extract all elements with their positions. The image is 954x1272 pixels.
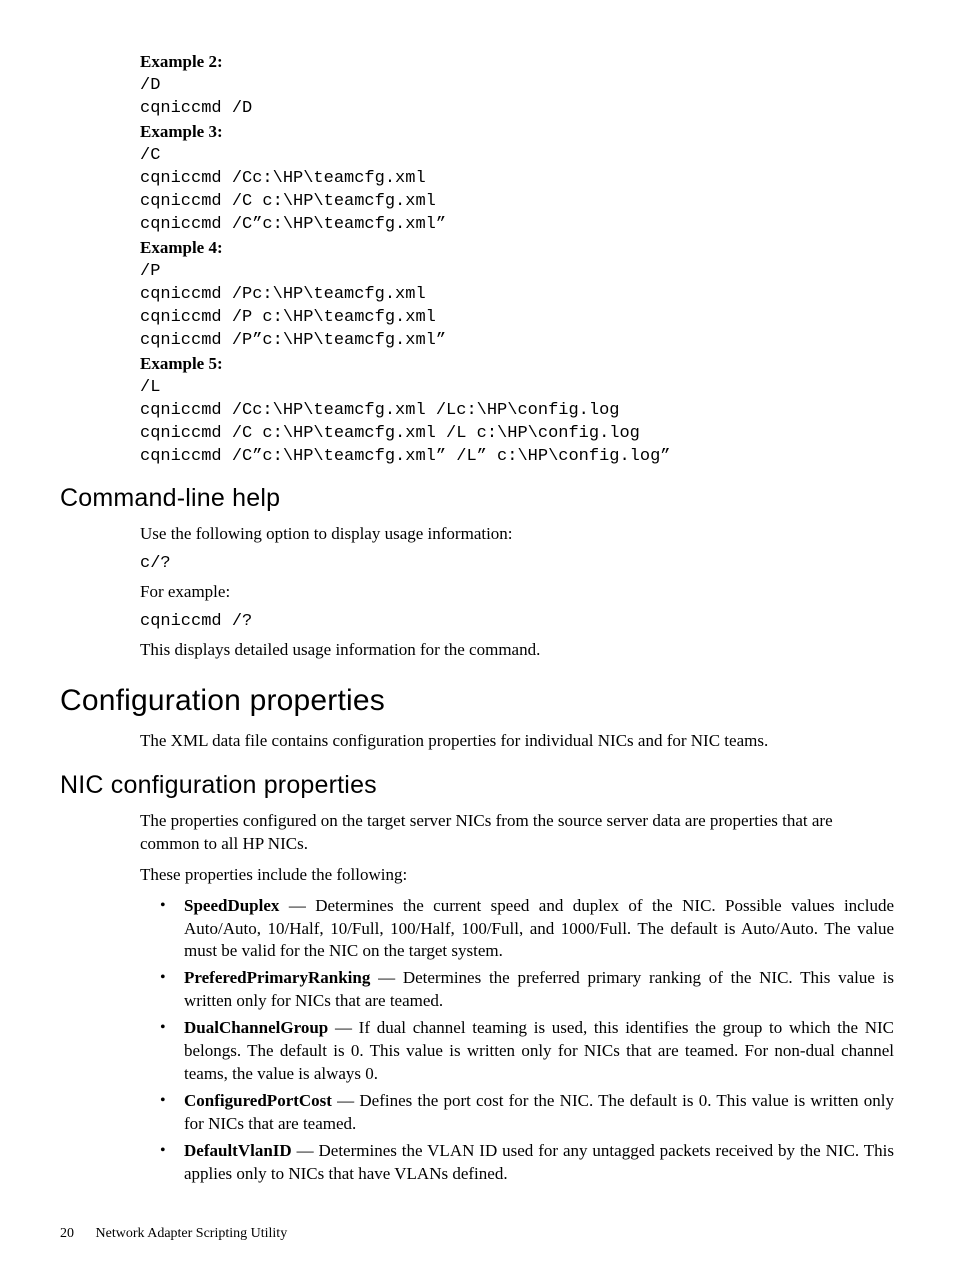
example-3-line: cqniccmd /C c:\HP\teamcfg.xml (140, 192, 894, 211)
command-line-help-block: Use the following option to display usag… (140, 523, 894, 662)
example-4-line: cqniccmd /Pc:\HP\teamcfg.xml (140, 285, 894, 304)
examples-block: Example 2: /D cqniccmd /D Example 3: /C … (140, 52, 894, 466)
property-item: DefaultVlanID — Determines the VLAN ID u… (184, 1140, 894, 1186)
example-2-label: Example 2: (140, 52, 894, 72)
property-item: SpeedDuplex — Determines the current spe… (184, 895, 894, 964)
nicconfig-p1: The properties configured on the target … (140, 810, 894, 856)
nicconfig-p2: These properties include the following: (140, 864, 894, 887)
footer-title: Network Adapter Scripting Utility (96, 1226, 288, 1241)
config-block: The XML data file contains configuration… (140, 730, 894, 753)
cmdhelp-intro: Use the following option to display usag… (140, 523, 894, 546)
cmdhelp-for-example: For example: (140, 581, 894, 604)
heading-configuration-properties: Configuration properties (60, 684, 894, 718)
property-desc: — Determines the current speed and duple… (184, 896, 894, 961)
property-item: PreferedPrimaryRanking — Determines the … (184, 967, 894, 1013)
example-4-line: cqniccmd /P”c:\HP\teamcfg.xml” (140, 331, 894, 350)
example-3-line: cqniccmd /C”c:\HP\teamcfg.xml” (140, 215, 894, 234)
cmdhelp-example-cmd: cqniccmd /? (140, 612, 894, 631)
example-3-flag: /C (140, 146, 894, 165)
example-5-line: cqniccmd /Cc:\HP\teamcfg.xml /Lc:\HP\con… (140, 401, 894, 420)
example-4-label: Example 4: (140, 238, 894, 258)
example-5-line: cqniccmd /C”c:\HP\teamcfg.xml” /L” c:\HP… (140, 447, 894, 466)
property-name: SpeedDuplex (184, 896, 279, 915)
example-5-flag: /L (140, 378, 894, 397)
example-2-flag: /D (140, 76, 894, 95)
property-item: DualChannelGroup — If dual channel teami… (184, 1017, 894, 1086)
example-3-line: cqniccmd /Cc:\HP\teamcfg.xml (140, 169, 894, 188)
cmdhelp-outro: This displays detailed usage information… (140, 639, 894, 662)
example-2-line: cqniccmd /D (140, 99, 894, 118)
example-5-line: cqniccmd /C c:\HP\teamcfg.xml /L c:\HP\c… (140, 424, 894, 443)
property-name: DualChannelGroup (184, 1018, 328, 1037)
property-name: ConfiguredPortCost (184, 1091, 332, 1110)
heading-nic-configuration-properties: NIC configuration properties (60, 771, 894, 800)
page-number: 20 (60, 1226, 74, 1242)
page-footer: 20 Network Adapter Scripting Utility (60, 1226, 894, 1242)
cmdhelp-option: c/? (140, 554, 894, 573)
example-3-label: Example 3: (140, 122, 894, 142)
property-name: DefaultVlanID (184, 1141, 292, 1160)
example-4-flag: /P (140, 262, 894, 281)
heading-command-line-help: Command-line help (60, 484, 894, 513)
config-intro: The XML data file contains configuration… (140, 730, 894, 753)
example-4-line: cqniccmd /P c:\HP\teamcfg.xml (140, 308, 894, 327)
nic-config-block: The properties configured on the target … (140, 810, 894, 1186)
property-name: PreferedPrimaryRanking (184, 968, 370, 987)
example-5-label: Example 5: (140, 354, 894, 374)
nicconfig-properties-list: SpeedDuplex — Determines the current spe… (140, 895, 894, 1186)
property-item: ConfiguredPortCost — Defines the port co… (184, 1090, 894, 1136)
